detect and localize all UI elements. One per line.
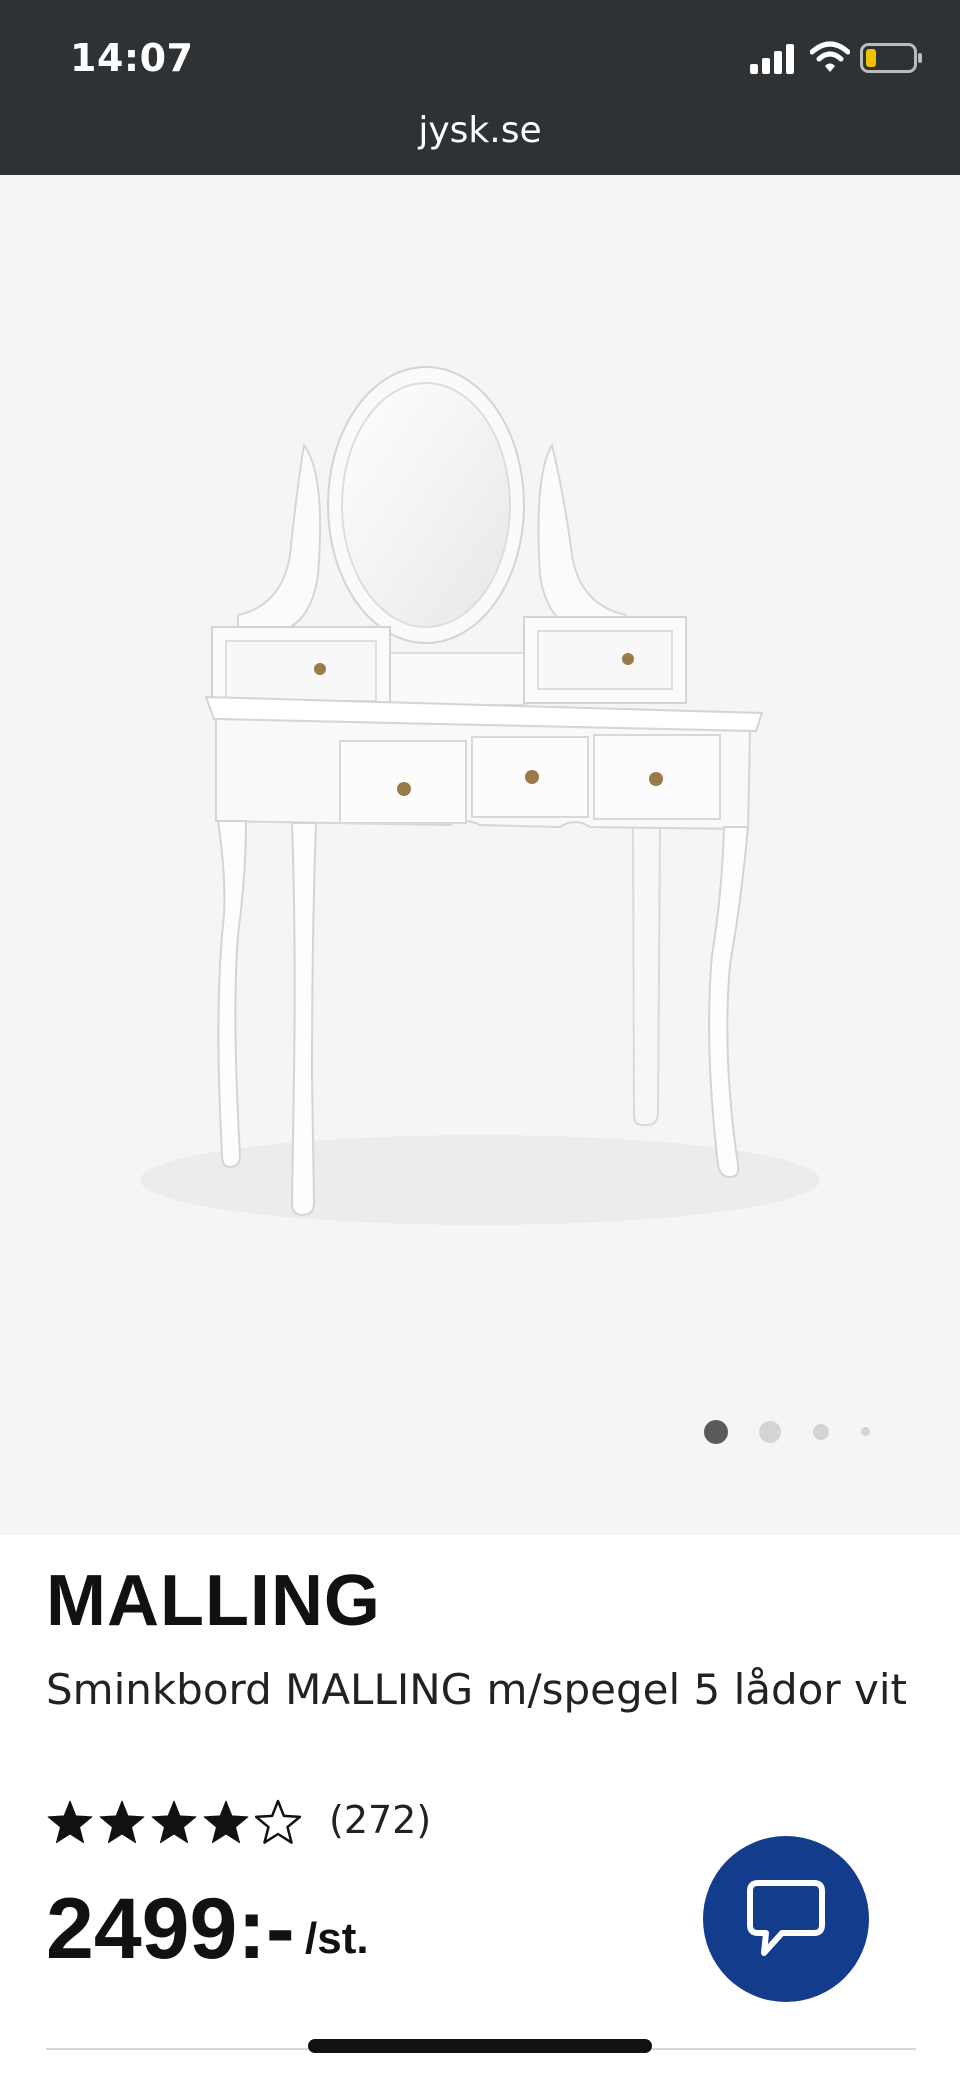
carousel-dot[interactable] (759, 1421, 781, 1443)
star-rating (47, 1799, 302, 1844)
product-name: Sminkbord MALLING m/spegel 5 lådor vit (46, 1665, 907, 1714)
carousel-dot-active[interactable] (704, 1420, 728, 1444)
star-filled-icon (99, 1800, 145, 1844)
chat-button[interactable] (703, 1836, 869, 2002)
carousel-dot[interactable] (813, 1424, 829, 1440)
signal-icon (750, 44, 794, 74)
chat-icon (747, 1880, 825, 1956)
home-indicator[interactable] (308, 2039, 652, 2053)
review-count[interactable]: (272) (329, 1798, 431, 1842)
status-time: 14:07 (70, 36, 194, 80)
wifi-icon (810, 41, 850, 72)
product-price: 2499:- (46, 1881, 295, 1977)
price-unit: /st. (305, 1914, 369, 1963)
product-brand: MALLING (46, 1561, 381, 1641)
product-image-carousel[interactable] (0, 175, 960, 1535)
battery-icon (860, 43, 922, 73)
star-filled-icon (151, 1800, 197, 1844)
star-filled-icon (203, 1800, 249, 1844)
carousel-dot[interactable] (861, 1427, 870, 1436)
url-bar[interactable]: jysk.se (0, 110, 960, 151)
product-image (140, 366, 820, 1225)
star-empty-icon (254, 1799, 302, 1844)
star-filled-icon (47, 1800, 93, 1844)
status-bar: 14:07 jysk.se (0, 0, 960, 175)
